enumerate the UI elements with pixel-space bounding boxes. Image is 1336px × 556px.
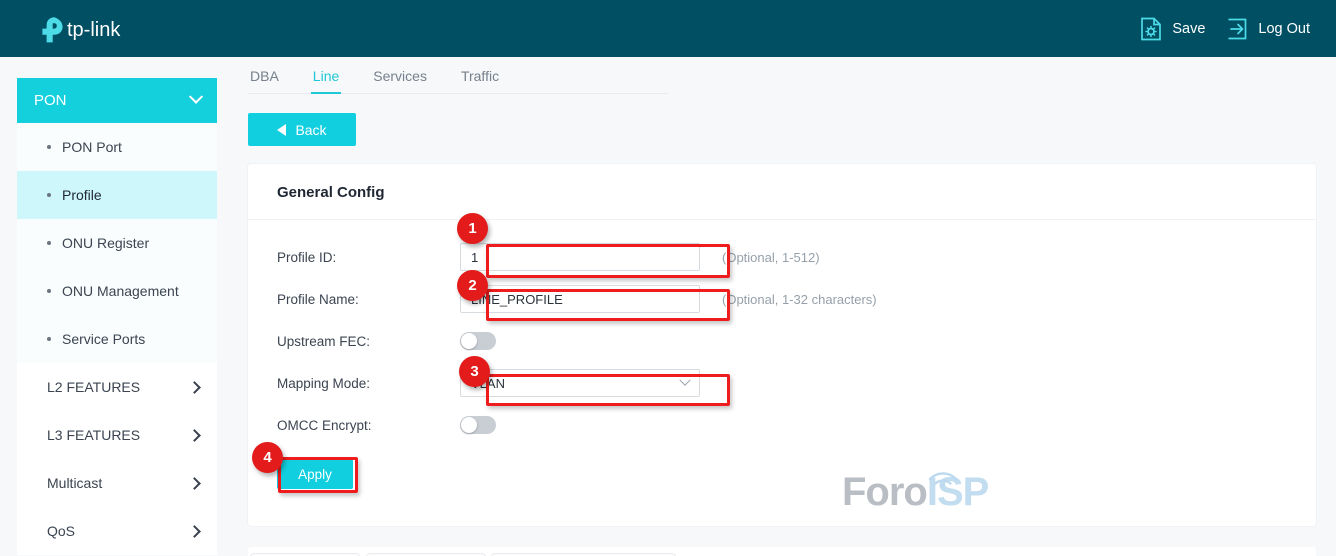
form-row-omcc-encrypt: OMCC Encrypt: [248,404,1316,446]
chevron-down-icon [189,89,203,103]
save-button[interactable]: Save [1140,17,1205,41]
bullet-icon [47,289,51,293]
chevron-right-icon [188,381,201,394]
mapping-mode-field-wrap: VLAN [460,369,700,397]
omcc-encrypt-field-wrap [460,416,700,434]
callout-badge-3: 3 [459,356,490,387]
profile-name-label: Profile Name: [248,292,460,307]
logout-button[interactable]: Log Out [1227,18,1310,40]
sidebar-item-service-ports[interactable]: Service Ports [17,315,217,363]
callout-badge-2: 2 [457,270,488,301]
form-row-upstream-fec: Upstream FEC: [248,320,1316,362]
sidebar-group-label: PON [34,92,67,109]
chevron-right-icon [188,477,201,490]
profile-name-input[interactable] [460,285,700,313]
mapping-mode-select[interactable]: VLAN [460,369,700,397]
tab-line[interactable]: Line [311,68,341,93]
form-row-profile-name: Profile Name: (Optional, 1-32 characters… [248,278,1316,320]
chevron-right-icon [188,525,201,538]
toggle-knob [461,417,477,433]
tab-bar: DBA Line Services Traffic [248,68,668,94]
top-header-bar: tp-link Save [0,0,1336,57]
sidebar-nav: PON PON Port Profile ONU Register ONU Ma… [17,78,217,555]
sidebar-item-label: PON Port [62,139,122,155]
back-button[interactable]: Back [248,113,356,146]
profile-id-field-wrap [460,243,700,271]
sidebar-item-label: L3 FEATURES [47,427,140,443]
app-root: tp-link Save [0,0,1336,556]
tp-link-logo: tp-link [36,14,144,44]
sidebar-item-qos[interactable]: QoS [17,507,217,555]
bullet-icon [47,241,51,245]
arrow-left-icon [277,124,286,136]
form-row-profile-id: Profile ID: (Optional, 1-512) [248,236,1316,278]
sidebar-item-label: Multicast [47,475,102,491]
sidebar-item-l2-features[interactable]: L2 FEATURES [17,363,217,411]
logout-arrow-icon [1227,18,1248,40]
sidebar-item-label: ONU Register [62,235,149,251]
bullet-icon [47,337,51,341]
tab-services[interactable]: Services [371,68,429,93]
general-config-card: General Config ForoISP Profile ID: [248,164,1316,526]
upstream-fec-label: Upstream FEC: [248,334,460,349]
bullet-icon [47,145,51,149]
card-title: General Config [248,164,1316,220]
sidebar-item-l3-features[interactable]: L3 FEATURES [17,411,217,459]
tab-traffic[interactable]: Traffic [459,68,501,93]
secondary-table-card [248,547,1316,556]
form-actions: Apply [248,446,1316,502]
sidebar-submenu: PON Port Profile ONU Register ONU Manage… [17,123,217,363]
apply-button[interactable]: Apply [277,459,353,489]
sidebar-item-multicast[interactable]: Multicast [17,459,217,507]
sidebar-item-label: Service Ports [62,331,145,347]
callout-badge-1: 1 [457,213,488,244]
sidebar-item-onu-register[interactable]: ONU Register [17,219,217,267]
mapping-mode-label: Mapping Mode: [248,376,460,391]
sidebar-item-profile[interactable]: Profile [17,171,217,219]
save-document-gear-icon [1140,17,1162,41]
header-actions: Save Log Out [1140,0,1310,57]
sidebar-item-label: L2 FEATURES [47,379,140,395]
toggle-knob [461,333,477,349]
sidebar-item-onu-management[interactable]: ONU Management [17,267,217,315]
main-content: DBA Line Services Traffic Back General C… [248,68,1316,526]
svg-text:tp-link: tp-link [67,19,121,41]
save-label: Save [1172,21,1205,37]
sidebar-item-label: ONU Management [62,283,179,299]
tab-dba[interactable]: DBA [248,68,281,93]
upstream-fec-toggle[interactable] [460,332,496,350]
sidebar-group-pon[interactable]: PON [17,78,217,123]
general-config-form: ForoISP Profile ID: (Optional, 1- [248,220,1316,502]
chevron-right-icon [188,429,201,442]
omcc-encrypt-toggle[interactable] [460,416,496,434]
callout-badge-4: 4 [252,442,283,473]
profile-name-hint: (Optional, 1-32 characters) [722,292,877,307]
profile-id-hint: (Optional, 1-512) [722,250,820,265]
upstream-fec-field-wrap [460,332,700,350]
back-label: Back [295,122,326,138]
profile-id-input[interactable] [460,243,700,271]
profile-name-field-wrap [460,285,700,313]
chevron-down-icon [679,375,690,386]
sidebar-item-pon-port[interactable]: PON Port [17,123,217,171]
profile-id-label: Profile ID: [248,250,460,265]
form-row-mapping-mode: Mapping Mode: VLAN [248,362,1316,404]
omcc-encrypt-label: OMCC Encrypt: [248,418,460,433]
logout-label: Log Out [1258,21,1310,37]
sidebar-item-label: Profile [62,187,102,203]
bullet-icon [47,193,51,197]
sidebar-item-label: QoS [47,523,75,539]
